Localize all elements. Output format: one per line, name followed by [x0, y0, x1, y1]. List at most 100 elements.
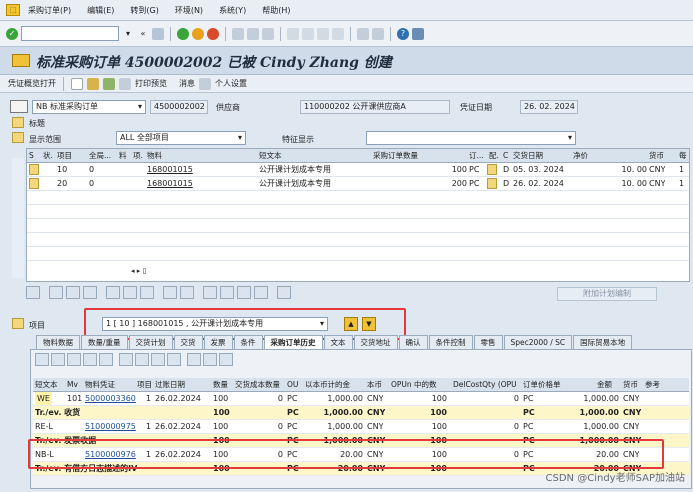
- col-header[interactable]: C: [503, 149, 508, 162]
- save-icon[interactable]: [152, 27, 164, 40]
- info-icon[interactable]: [199, 77, 211, 90]
- change-display-icon[interactable]: [87, 77, 99, 90]
- help-icon[interactable]: ?: [397, 27, 409, 40]
- select-all-icon[interactable]: [49, 286, 63, 299]
- material-doc-link[interactable]: 5000003360: [85, 392, 136, 405]
- col-header[interactable]: 过账日期: [155, 378, 185, 391]
- print-icon[interactable]: [119, 353, 133, 366]
- tab-confirmations[interactable]: 确认: [398, 335, 428, 349]
- col-header[interactable]: 净价: [573, 149, 588, 162]
- opun-qty-cell[interactable]: 100: [391, 420, 447, 433]
- quantity-cell[interactable]: 100: [213, 420, 228, 433]
- export-icon[interactable]: [135, 353, 149, 366]
- filter-icon[interactable]: [83, 353, 97, 366]
- amount-cell[interactable]: 1,000.00: [557, 392, 619, 405]
- details-icon[interactable]: [35, 353, 49, 366]
- paste-icon[interactable]: [140, 286, 154, 299]
- show-details-icon[interactable]: [203, 353, 217, 366]
- currency-cell[interactable]: CNY: [649, 177, 665, 190]
- sort-descending-icon[interactable]: [220, 286, 234, 299]
- tab-material-data[interactable]: 物料数据: [36, 335, 80, 349]
- doc-type-select[interactable]: NB 标准采购订单 ▾: [32, 100, 146, 114]
- history-row[interactable]: WE 101 5000003360 1 26.02.2024 100 0 PC …: [33, 392, 689, 406]
- local-amount-cell[interactable]: 1,000.00: [305, 406, 363, 419]
- tab-delivery[interactable]: 交货: [173, 335, 203, 349]
- material-cell[interactable]: 168001015: [147, 163, 193, 176]
- col-header[interactable]: S: [29, 149, 34, 162]
- order-price-unit-cell[interactable]: PC: [523, 406, 535, 419]
- layout-icon[interactable]: [151, 353, 165, 366]
- delivery-date-cell[interactable]: 05. 03. 2024: [513, 163, 564, 176]
- history-back-icon[interactable]: «: [137, 28, 149, 40]
- col-header[interactable]: 物料凭证: [85, 378, 115, 391]
- command-dropdown-icon[interactable]: ▾: [122, 28, 134, 40]
- local-amount-cell[interactable]: 1,000.00: [305, 392, 363, 405]
- previous-page-icon[interactable]: [302, 27, 314, 40]
- find-icon[interactable]: [247, 27, 259, 40]
- filter-icon[interactable]: [237, 286, 251, 299]
- expand-header-icon[interactable]: [12, 117, 24, 128]
- quantity-cell[interactable]: 100: [213, 392, 228, 405]
- currency-cell[interactable]: CNY: [649, 163, 665, 176]
- tab-condition-control[interactable]: 条件控制: [428, 335, 473, 349]
- history-row[interactable]: RE-L 5100000975 1 26.02.2024 100 0 PC 1,…: [33, 420, 689, 434]
- col-header[interactable]: 配.: [489, 149, 499, 162]
- copy-icon[interactable]: [123, 286, 137, 299]
- first-page-icon[interactable]: [287, 27, 299, 40]
- po-number-field[interactable]: 4500002002: [150, 100, 208, 114]
- more-functions-icon[interactable]: [180, 286, 194, 299]
- personal-settings-button[interactable]: 个人设置: [215, 78, 247, 89]
- order-price-unit-cell[interactable]: PC: [523, 420, 533, 433]
- row-selector[interactable]: [29, 178, 39, 189]
- col-header[interactable]: Mv: [67, 378, 78, 391]
- quantity-cell[interactable]: 100: [373, 163, 467, 176]
- table-row-empty[interactable]: [27, 205, 689, 219]
- net-price-cell[interactable]: 10. 00: [573, 163, 647, 176]
- short-text-cell[interactable]: 公开课计划成本专用: [259, 177, 331, 190]
- collapse-item-detail-icon[interactable]: [12, 318, 24, 329]
- global-cell[interactable]: 0: [89, 163, 94, 176]
- menu-purchase-order[interactable]: 采购订单(P): [28, 5, 71, 16]
- refresh-icon[interactable]: [219, 353, 233, 366]
- local-currency-cell[interactable]: CNY: [367, 392, 383, 405]
- extra-planning-button[interactable]: 附加计划编制: [557, 287, 657, 301]
- cancel-icon[interactable]: [207, 27, 219, 40]
- command-field[interactable]: [21, 26, 119, 41]
- tab-delivery-schedule[interactable]: 交货计划: [128, 335, 173, 349]
- col-header[interactable]: 物料: [147, 149, 162, 162]
- category-cell[interactable]: D: [503, 177, 509, 190]
- menu-system[interactable]: 系统(Y): [219, 5, 246, 16]
- sort-ascending-icon[interactable]: [203, 286, 217, 299]
- per-cell[interactable]: 1: [679, 177, 684, 190]
- collapse-items-icon[interactable]: [12, 132, 24, 143]
- col-header[interactable]: OU: [287, 378, 298, 391]
- shortcut-icon[interactable]: [372, 27, 384, 40]
- doc-date-field[interactable]: 26. 02. 2024: [520, 100, 578, 114]
- find-next-icon[interactable]: [262, 27, 274, 40]
- col-header[interactable]: 金额: [597, 378, 612, 391]
- doc-overview-button[interactable]: 凭证概览打开: [8, 78, 56, 89]
- amount-cell[interactable]: 1,000.00: [557, 406, 619, 419]
- col-header[interactable]: 料: [119, 149, 127, 162]
- messages-button[interactable]: 消息: [179, 78, 195, 89]
- layout-menu-icon[interactable]: [412, 27, 424, 40]
- subtotal-icon[interactable]: [254, 286, 268, 299]
- table-row-empty[interactable]: [27, 233, 689, 247]
- item-cell[interactable]: 10: [57, 163, 67, 176]
- sort-ascending-icon[interactable]: [51, 353, 65, 366]
- new-session-icon[interactable]: [357, 27, 369, 40]
- config-button[interactable]: [487, 178, 497, 189]
- col-header[interactable]: DelCostQty (OPU: [453, 378, 517, 391]
- print-preview-button[interactable]: 打印预览: [135, 78, 167, 89]
- col-header[interactable]: 采购订单数量: [373, 149, 418, 162]
- table-row-empty[interactable]: [27, 191, 689, 205]
- cart-icon[interactable]: [10, 100, 28, 113]
- col-header[interactable]: 货币: [623, 378, 638, 391]
- local-amount-cell[interactable]: 1,000.00: [305, 420, 363, 433]
- special-display-select[interactable]: ▾: [366, 131, 576, 145]
- currency-cell[interactable]: CNY: [623, 392, 639, 405]
- history-type-cell[interactable]: RE-L: [35, 420, 53, 433]
- invoice-doc-link[interactable]: 5100000975: [85, 420, 136, 433]
- local-currency-cell[interactable]: CNY: [367, 420, 383, 433]
- col-header[interactable]: 项.: [133, 149, 143, 162]
